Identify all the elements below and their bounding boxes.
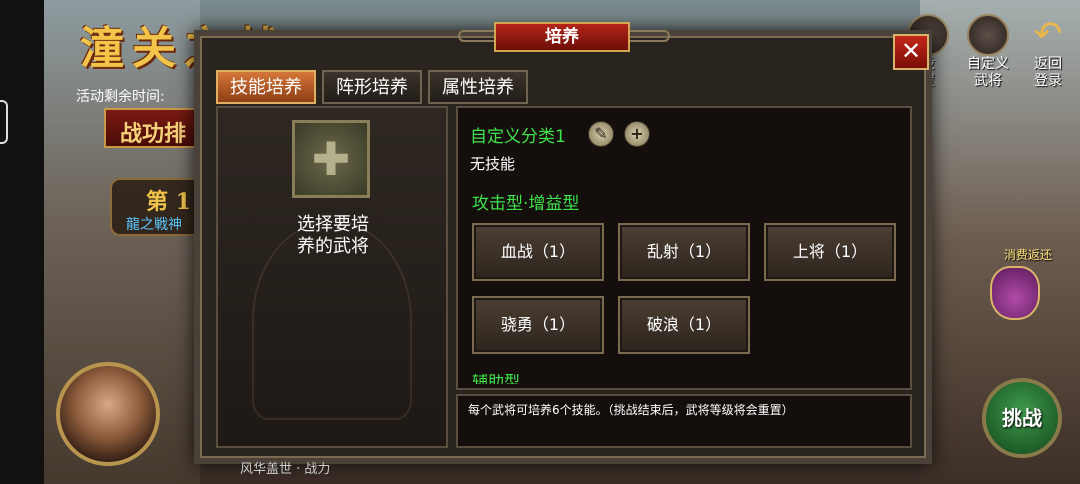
- side-drawer-handle-icon[interactable]: [0, 100, 8, 144]
- rank-number: 第 1: [146, 189, 191, 215]
- next-category-title-partial: 辅助型: [472, 374, 521, 384]
- select-hint-line-1: 选择要培: [297, 214, 369, 235]
- skill-button-luanshe[interactable]: 乱射（1）: [618, 223, 750, 281]
- return-login-label-1: 返回: [1034, 56, 1062, 72]
- no-skill-text: 无技能: [470, 155, 516, 173]
- edit-pencil-icon[interactable]: ✎: [588, 121, 614, 147]
- skill-button-xiaoyong[interactable]: 骁勇（1）: [472, 296, 604, 354]
- skill-button-shangjiang[interactable]: 上将（1）: [764, 223, 896, 281]
- skill-button-polang[interactable]: 破浪（1）: [618, 296, 750, 354]
- custom-general-label-1: 自定义: [967, 56, 1009, 72]
- system-side-bar: [0, 0, 44, 484]
- rebate-label: 消费返还: [1003, 248, 1052, 262]
- select-hint-line-2: 养的武将: [297, 236, 369, 257]
- return-login-button[interactable]: ↶ 返回 登录: [1020, 10, 1076, 98]
- remaining-time-label: 活动剩余时间:: [76, 89, 165, 105]
- add-circle-icon[interactable]: +: [624, 121, 650, 147]
- tab-attribute-training[interactable]: 属性培养: [428, 70, 528, 104]
- return-login-label-2: 登录: [1034, 73, 1062, 89]
- rank-player-name: 龍之戦神: [126, 217, 182, 233]
- plus-icon: ✚: [311, 132, 351, 186]
- category-title: 自定义分类1: [470, 127, 566, 147]
- modal-title: 培养: [494, 22, 630, 52]
- custom-general-label-2: 武将: [974, 73, 1002, 89]
- close-button[interactable]: ✕: [893, 34, 929, 70]
- tab-formation-training[interactable]: 阵形培养: [322, 70, 422, 104]
- merit-ranking-banner[interactable]: 战功排: [104, 108, 204, 148]
- back-arrow-icon: ↶: [1033, 14, 1063, 54]
- custom-general-button[interactable]: 自定义 武将: [960, 10, 1016, 98]
- select-general-hint: 选择要培 养的武将: [266, 214, 400, 258]
- rank-card[interactable]: 第 1 龍之戦神: [110, 178, 200, 236]
- tab-skill-training[interactable]: 技能培养: [216, 70, 316, 104]
- challenge-button[interactable]: 挑战: [982, 378, 1062, 458]
- info-text: 每个武将可培养6个技能。（挑战结束后，武将等级将会重置）: [468, 403, 794, 417]
- hero-portrait-avatar[interactable]: [56, 362, 160, 466]
- rebate-bag-icon[interactable]: [990, 266, 1040, 320]
- skill-type-title: 攻击型·增益型: [472, 194, 580, 214]
- skill-button-xuezhan[interactable]: 血战（1）: [472, 223, 604, 281]
- custom-general-icon: [967, 14, 1009, 56]
- add-general-slot[interactable]: ✚: [292, 120, 370, 198]
- bottom-background-text: 风华盖世 · 战力: [240, 462, 331, 477]
